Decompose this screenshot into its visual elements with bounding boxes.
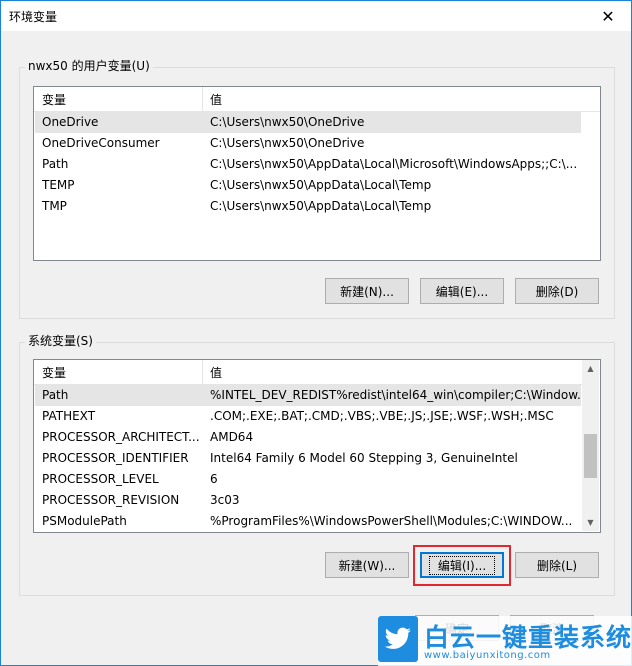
table-row[interactable]: PROCESSOR_LEVEL 6 [35,469,581,490]
variable-value: %ProgramFiles%\WindowsPowerShell\Modules… [210,514,573,528]
system-delete-button[interactable]: 删除(L) [515,552,599,578]
scroll-up-arrow-icon[interactable]: ▲ [582,360,599,377]
list-header: 变量 值 [34,360,582,385]
variable-value: C:\Users\nwx50\OneDrive [210,115,365,129]
variable-value: Intel64 Family 6 Model 60 Stepping 3, Ge… [210,451,518,465]
variable-name: TEMP [42,178,75,192]
variable-value: 3c03 [210,493,240,507]
scrollbar-thumb[interactable] [584,434,597,478]
table-row[interactable]: TMP C:\Users\nwx50\AppData\Local\Temp [35,196,581,217]
vertical-scrollbar[interactable]: ▲ ▼ [582,360,599,531]
table-row[interactable]: PROCESSOR_IDENTIFIER Intel64 Family 6 Mod… [35,448,581,469]
window-title: 环境变量 [9,10,58,24]
user-variables-legend: nwx50 的用户变量(U) [25,59,153,73]
table-row[interactable]: PROCESSOR_ARCHITECT... AMD64 [35,427,581,448]
column-header-value[interactable]: 值 [210,91,222,108]
bird-logo-icon [378,616,418,662]
watermark-url: www.baiyunxitong.com [424,650,551,661]
column-header-name[interactable]: 变量 [42,364,66,381]
close-icon[interactable]: ✕ [585,1,631,31]
title-bar[interactable]: 环境变量 ✕ [1,1,631,31]
variable-value: C:\Users\nwx50\OneDrive [210,136,365,150]
user-variables-list[interactable]: 变量 值 OneDrive C:\Users\nwx50\OneDrive OneD… [33,86,601,261]
system-new-button[interactable]: 新建(W)... [325,552,409,578]
table-row[interactable]: PROCESSOR_REVISION 3c03 [35,490,581,511]
column-header-value[interactable]: 值 [210,364,222,381]
variable-value: C:\Users\nwx50\AppData\Local\Temp [210,178,432,192]
table-row[interactable]: PSModulePath %ProgramFiles%\WindowsPowerS… [35,511,581,532]
table-row[interactable]: TEMP C:\Users\nwx50\AppData\Local\Temp [35,175,581,196]
watermark-text: 白云一键重装系统 [424,623,632,652]
variable-name: Path [42,388,69,402]
environment-variables-dialog: 环境变量 ✕ nwx50 的用户变量(U) 变量 值 OneDrive C:\Us… [0,0,632,666]
variable-name: OneDrive [42,115,99,129]
table-row[interactable]: PATHEXT .COM;.EXE;.BAT;.CMD;.VBS;.VBE;.JS… [35,406,581,427]
user-delete-button[interactable]: 删除(D) [515,278,599,304]
column-divider[interactable] [202,87,203,111]
variable-name: TMP [42,199,67,213]
column-header-name[interactable]: 变量 [42,91,66,108]
variable-value: 6 [210,472,218,486]
column-divider[interactable] [202,360,203,384]
table-row[interactable]: OneDrive C:\Users\nwx50\OneDrive [35,112,581,133]
variable-name: OneDriveConsumer [42,136,160,150]
variable-name: PATHEXT [42,409,96,423]
system-edit-button-label: 编辑(I)... [428,555,496,575]
variable-value: C:\Users\nwx50\AppData\Local\Temp [210,199,432,213]
watermark: 白云一键重装系统 www.baiyunxitong.com [378,616,632,666]
variable-value: AMD64 [210,430,254,444]
variable-name: PROCESSOR_ARCHITECT... [42,430,200,444]
user-edit-button[interactable]: 编辑(E)... [420,278,504,304]
variable-value: .COM;.EXE;.BAT;.CMD;.VBS;.VBE;.JS;.JSE;.… [210,409,554,423]
scroll-down-arrow-icon[interactable]: ▼ [582,514,599,531]
variable-value: %INTEL_DEV_REDIST%redist\intel64_win\com… [210,388,580,402]
table-row[interactable]: Path %INTEL_DEV_REDIST%redist\intel64_win… [35,385,581,406]
variable-name: PROCESSOR_IDENTIFIER [42,451,189,465]
variable-name: PROCESSOR_REVISION [42,493,180,507]
variable-value: C:\Users\nwx50\AppData\Local\Microsoft\W… [210,157,578,171]
variable-name: Path [42,157,69,171]
table-row[interactable]: OneDriveConsumer C:\Users\nwx50\OneDrive [35,133,581,154]
system-edit-button[interactable]: 编辑(I)... [420,552,504,578]
table-row[interactable]: Path C:\Users\nwx50\AppData\Local\Microso… [35,154,581,175]
system-variables-list[interactable]: 变量 值 Path %INTEL_DEV_REDIST%redist\intel6… [33,359,601,533]
variable-name: PSModulePath [42,514,127,528]
system-variables-legend: 系统变量(S) [25,334,96,348]
user-new-button[interactable]: 新建(N)... [325,278,409,304]
list-header: 变量 值 [34,87,600,112]
variable-name: PROCESSOR_LEVEL [42,472,159,486]
